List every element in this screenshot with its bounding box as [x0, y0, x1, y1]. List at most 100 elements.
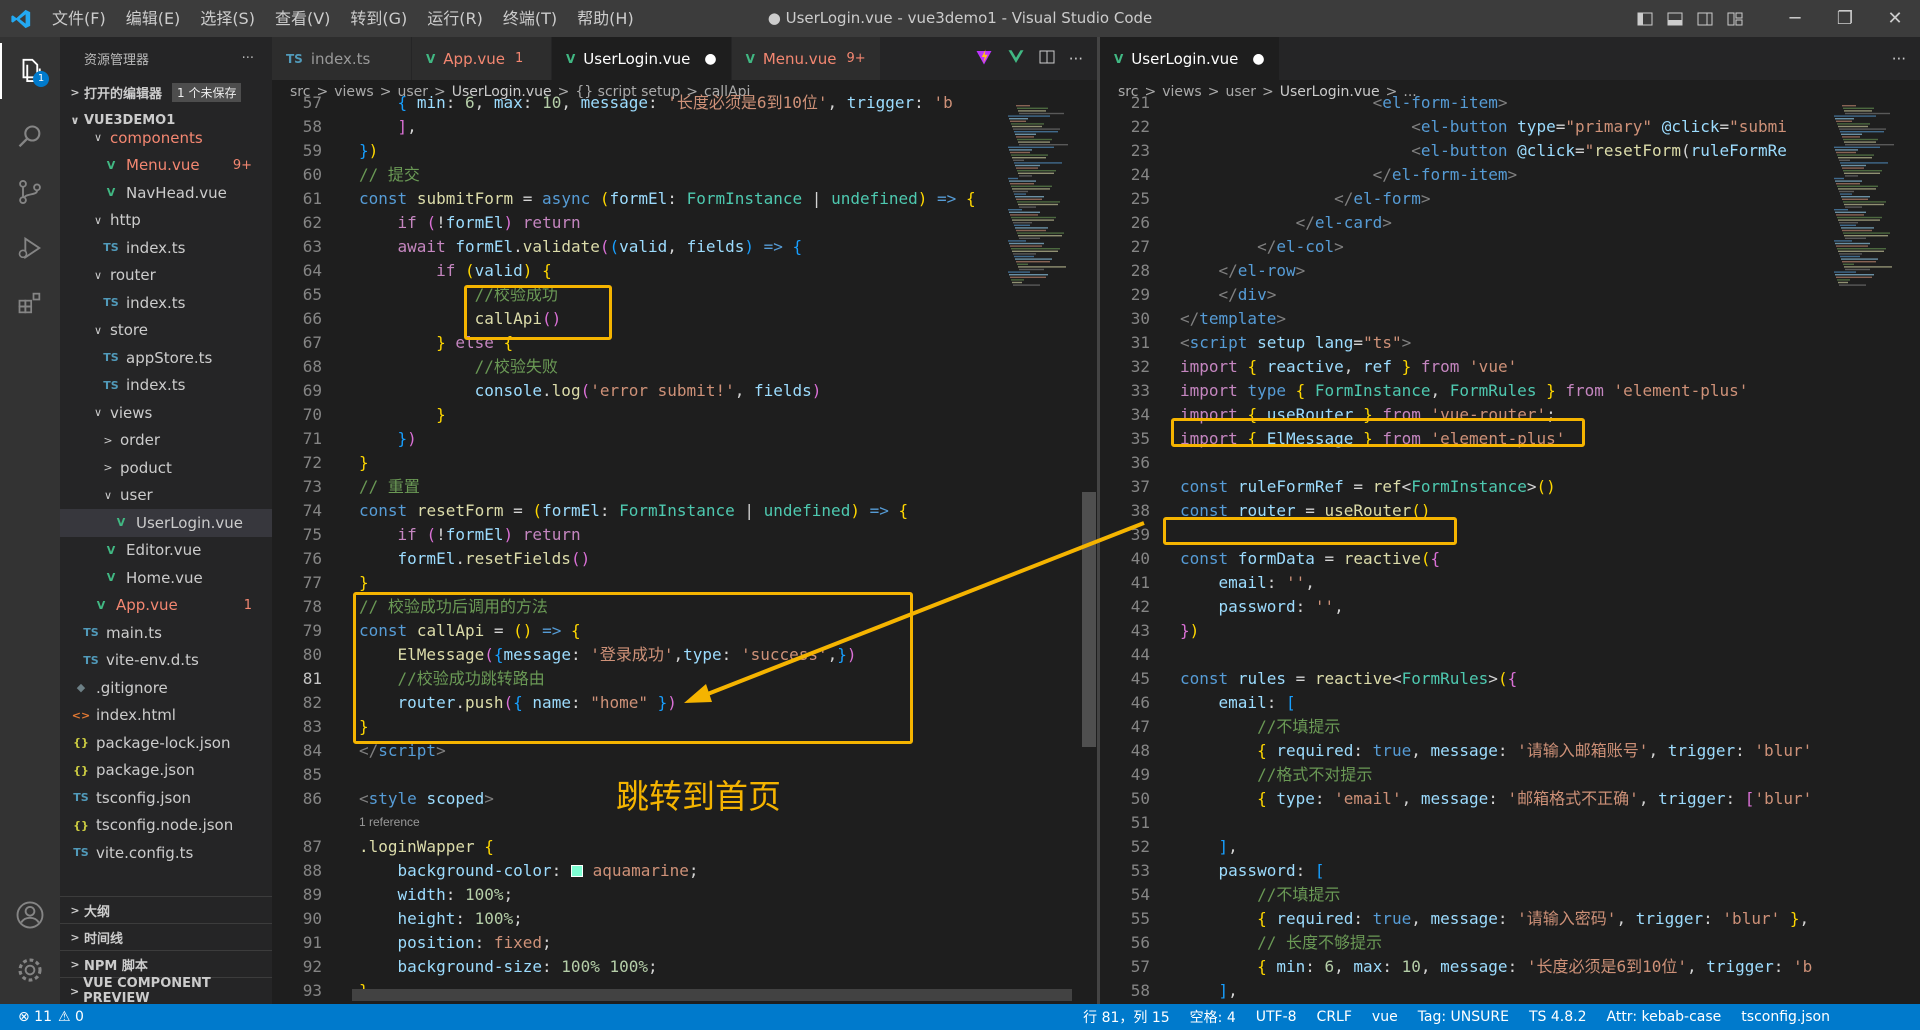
explorer-icon[interactable]: 1 — [0, 43, 60, 99]
code-line[interactable]: } — [359, 451, 369, 475]
tree-item[interactable]: ∨ views — [60, 399, 272, 427]
code-line[interactable]: }) — [359, 427, 417, 451]
code-line[interactable]: </div> — [1180, 283, 1277, 307]
tree-item[interactable]: ∨ router — [60, 262, 272, 290]
code-line[interactable]: { required: true, message: '请输入密码', trig… — [1180, 907, 1809, 931]
code-line[interactable]: ], — [359, 115, 417, 139]
editor-tab[interactable]: TS index.ts — [272, 37, 412, 80]
codelens-references[interactable]: 1 reference — [359, 814, 420, 830]
tree-item[interactable]: V NavHead.vue — [60, 179, 272, 207]
source-control-icon[interactable] — [0, 164, 60, 220]
editor-tab[interactable]: V UserLogin.vue ● — [1100, 37, 1280, 80]
code-line[interactable]: import { reactive, ref } from 'vue' — [1180, 355, 1517, 379]
status-item[interactable]: 行 81，列 15 — [1083, 1007, 1170, 1027]
status-item[interactable]: UTF-8 — [1256, 1009, 1297, 1025]
menu-item-1[interactable]: 编辑(E) — [116, 0, 191, 37]
code-line[interactable]: position: fixed; — [359, 931, 552, 955]
horizontal-scrollbar[interactable] — [352, 989, 1072, 1001]
editor-tab[interactable]: V Menu.vue 9+ — [731, 37, 881, 80]
warnings-count[interactable]: ⚠ 0 — [58, 1009, 84, 1025]
minimap[interactable] — [1004, 103, 1072, 303]
toggle-panel-icon[interactable] — [1660, 0, 1690, 37]
code-line[interactable]: //不填提示 — [1180, 883, 1340, 907]
code-line[interactable]: // 长度不够提示 — [1180, 931, 1382, 955]
code-line[interactable]: console.log('error submit!', fields) — [359, 379, 822, 403]
tree-item[interactable]: V App.vue 1 — [60, 592, 272, 620]
code-line[interactable]: //校验失败 — [359, 355, 558, 379]
tree-item[interactable]: V Editor.vue — [60, 537, 272, 565]
menu-item-7[interactable]: 帮助(H) — [567, 0, 644, 37]
menu-item-6[interactable]: 终端(T) — [493, 0, 567, 37]
code-line[interactable]: password: '', — [1180, 595, 1344, 619]
tree-item[interactable]: TS index.ts — [60, 234, 272, 262]
vite-icon[interactable] — [975, 48, 993, 70]
code-line[interactable]: </el-card> — [1180, 211, 1392, 235]
code-line[interactable]: if (!formEl) return — [359, 211, 581, 235]
errors-count[interactable]: ⊗ 11 — [18, 1009, 52, 1025]
sidebar-section[interactable]: > VUE COMPONENT PREVIEW — [60, 976, 272, 1004]
code-line[interactable]: <el-button type="primary" @click="submi — [1180, 115, 1787, 139]
code-line[interactable]: width: 100%; — [359, 883, 514, 907]
tree-item[interactable]: {} tsconfig.node.json — [60, 812, 272, 840]
code-line[interactable]: email: '', — [1180, 571, 1315, 595]
tree-item[interactable]: TS appStore.ts — [60, 344, 272, 372]
code-line[interactable]: password: [ — [1180, 859, 1325, 883]
minimize-button[interactable]: ─ — [1770, 0, 1820, 37]
tree-item[interactable]: TS tsconfig.json — [60, 784, 272, 812]
sidebar-section[interactable]: > 时间线 — [60, 923, 272, 950]
code-editor[interactable]: 21 <el-form-item> 22 <el-button type="pri… — [1100, 93, 1920, 1004]
tree-item[interactable]: > order — [60, 427, 272, 455]
toggle-secondary-sidebar-icon[interactable] — [1690, 0, 1720, 37]
minimap[interactable] — [1830, 103, 1898, 303]
code-line[interactable]: if (valid) { — [359, 259, 552, 283]
more-actions-icon[interactable]: ··· — [1069, 50, 1083, 68]
code-line[interactable]: </el-row> — [1180, 259, 1306, 283]
split-editor-icon[interactable] — [1039, 49, 1055, 69]
menu-item-2[interactable]: 选择(S) — [190, 0, 265, 37]
status-item[interactable]: Attr: kebab-case — [1607, 1009, 1722, 1025]
status-item[interactable]: CRLF — [1317, 1009, 1352, 1025]
sidebar-section[interactable]: > 大纲 — [60, 896, 272, 923]
code-line[interactable]: </template> — [1180, 307, 1286, 331]
run-debug-icon[interactable] — [0, 220, 60, 276]
tree-item[interactable]: <> index.html — [60, 702, 272, 730]
code-line[interactable]: formEl.resetFields() — [359, 547, 591, 571]
toggle-sidebar-icon[interactable] — [1630, 0, 1660, 37]
code-line[interactable]: </el-form-item> — [1180, 163, 1518, 187]
code-editor[interactable]: 57 { min: 6, max: 10, message: '长度必须是6到1… — [272, 93, 1097, 1004]
vue-preview-icon[interactable] — [1007, 48, 1025, 70]
editor-scrollbar[interactable] — [1082, 492, 1096, 747]
code-line[interactable]: // 提交 — [359, 163, 420, 187]
settings-gear-icon[interactable] — [0, 942, 60, 998]
customize-layout-icon[interactable] — [1720, 0, 1750, 37]
tree-item[interactable]: TS index.ts — [60, 289, 272, 317]
code-line[interactable]: //不填提示 — [1180, 715, 1340, 739]
menu-item-0[interactable]: 文件(F) — [42, 0, 116, 37]
explorer-more-button[interactable]: ··· — [242, 51, 254, 66]
tree-item[interactable]: V Menu.vue 9+ — [60, 152, 272, 180]
tree-item[interactable]: TS index.ts — [60, 372, 272, 400]
tree-item[interactable]: ∨ user — [60, 482, 272, 510]
code-line[interactable]: const resetForm = (formEl: FormInstance … — [359, 499, 908, 523]
code-line[interactable]: <el-button @click="resetForm(ruleFormRe — [1180, 139, 1787, 163]
extensions-icon[interactable] — [0, 275, 60, 331]
tree-item[interactable]: ∨ components — [60, 124, 272, 152]
tree-item[interactable]: V UserLogin.vue — [60, 509, 272, 537]
close-button[interactable]: ✕ — [1870, 0, 1920, 37]
code-line[interactable]: const rules = reactive<FormRules>({ — [1180, 667, 1517, 691]
code-line[interactable]: { min: 6, max: 10, message: '长度必须是6到10位'… — [1180, 955, 1812, 979]
tree-item[interactable]: {} package-lock.json — [60, 729, 272, 757]
code-line[interactable]: background-size: 100% 100%; — [359, 955, 658, 979]
code-line[interactable]: { required: true, message: '请输入邮箱账号', tr… — [1180, 739, 1812, 763]
code-line[interactable]: //格式不对提示 — [1180, 763, 1372, 787]
code-line[interactable]: <style scoped> — [359, 787, 494, 811]
status-item[interactable]: vue — [1372, 1009, 1398, 1025]
code-line[interactable]: </el-form> — [1180, 187, 1430, 211]
code-line[interactable]: }) — [359, 139, 378, 163]
menu-item-3[interactable]: 查看(V) — [265, 0, 340, 37]
search-icon[interactable] — [0, 109, 60, 165]
tree-item[interactable]: {} package.json — [60, 757, 272, 785]
code-line[interactable]: height: 100%; — [359, 907, 523, 931]
code-line[interactable]: await formEl.validate((valid, fields) =>… — [359, 235, 803, 259]
code-line[interactable]: const ruleFormRef = ref<FormInstance>() — [1180, 475, 1556, 499]
